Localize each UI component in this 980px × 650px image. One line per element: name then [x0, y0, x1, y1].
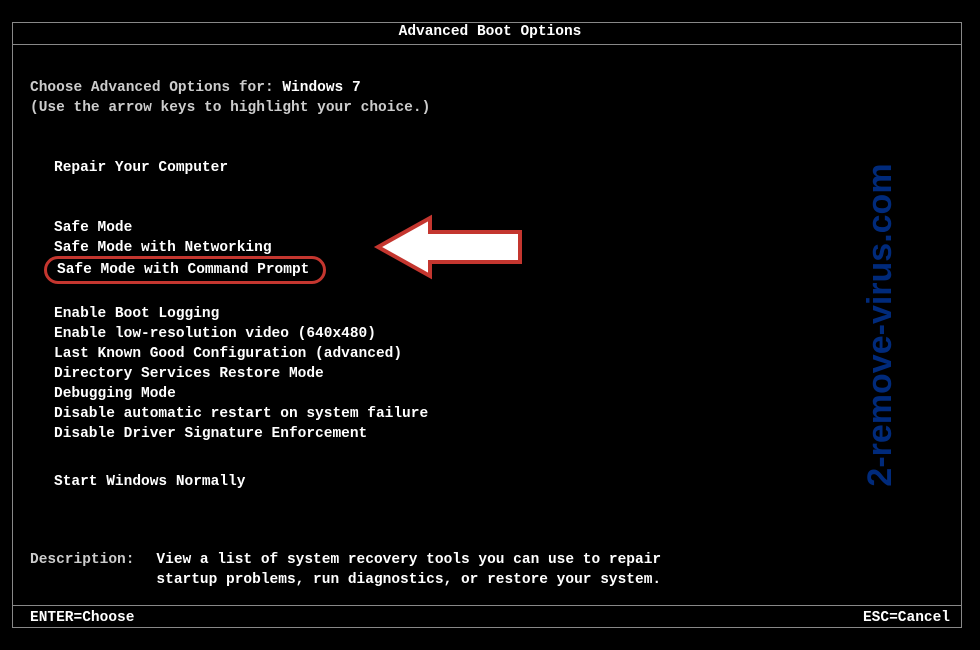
- page-title: Advanced Boot Options: [0, 24, 980, 40]
- menu-item-disable-driver-sig[interactable]: Disable Driver Signature Enforcement: [54, 424, 950, 444]
- footer-esc: ESC=Cancel: [863, 610, 950, 626]
- menu-item-low-res[interactable]: Enable low-resolution video (640x480): [54, 324, 950, 344]
- divider-bottom: [12, 605, 962, 606]
- description-block: Description: View a list of system recov…: [30, 550, 950, 590]
- annotation-arrow-icon: [370, 212, 530, 282]
- hint-line: (Use the arrow keys to highlight your ch…: [30, 98, 950, 118]
- description-label: Description:: [30, 550, 134, 590]
- choose-line: Choose Advanced Options for: Windows 7: [30, 78, 950, 98]
- menu-item-disable-auto-restart[interactable]: Disable automatic restart on system fail…: [54, 404, 950, 424]
- menu-item-last-known-good[interactable]: Last Known Good Configuration (advanced): [54, 344, 950, 364]
- footer-enter: ENTER=Choose: [30, 610, 134, 626]
- description-text: View a list of system recovery tools you…: [156, 550, 696, 590]
- choose-prefix: Choose Advanced Options for:: [30, 80, 282, 96]
- divider-top: [12, 44, 962, 45]
- menu-item-dsrm[interactable]: Directory Services Restore Mode: [54, 364, 950, 384]
- watermark: 2-remove-virus.com: [861, 163, 900, 486]
- menu-item-repair[interactable]: Repair Your Computer: [54, 158, 950, 178]
- menu-item-start-normally[interactable]: Start Windows Normally: [54, 472, 950, 492]
- menu-item-debugging[interactable]: Debugging Mode: [54, 384, 950, 404]
- os-name: Windows 7: [282, 80, 360, 96]
- annotation-highlight: Safe Mode with Command Prompt: [44, 256, 326, 284]
- menu-item-boot-logging[interactable]: Enable Boot Logging: [54, 304, 950, 324]
- menu-item-safe-mode-cmd[interactable]: Safe Mode with Command Prompt: [57, 262, 309, 278]
